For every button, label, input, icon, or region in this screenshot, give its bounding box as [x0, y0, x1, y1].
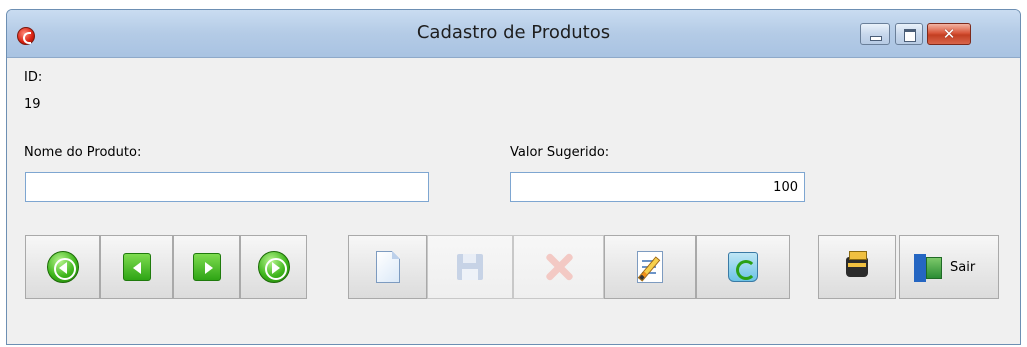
refresh-icon	[728, 252, 758, 282]
suggested-price-input[interactable]	[510, 172, 805, 202]
printer-icon	[846, 251, 868, 277]
suggested-price-label: Valor Sugerido:	[510, 145, 610, 160]
title-bar[interactable]: Cadastro de Produtos ✕	[7, 10, 1020, 58]
save-button[interactable]	[427, 235, 513, 299]
delete-icon	[544, 252, 574, 282]
close-icon: ✕	[942, 25, 956, 43]
id-value: 19	[24, 97, 41, 112]
previous-record-button[interactable]	[100, 235, 173, 299]
close-button[interactable]: ✕	[927, 23, 971, 45]
exit-button-label: Sair	[950, 260, 976, 275]
maximize-button[interactable]	[895, 23, 923, 45]
id-label: ID:	[24, 70, 43, 85]
new-button[interactable]	[348, 235, 427, 299]
new-document-icon	[375, 251, 400, 283]
minimize-button[interactable]	[860, 23, 890, 45]
delete-button[interactable]	[513, 235, 604, 299]
previous-record-icon	[122, 253, 151, 281]
edit-button[interactable]	[604, 235, 696, 299]
last-record-icon	[257, 251, 290, 283]
edit-icon	[637, 251, 663, 283]
last-record-button[interactable]	[240, 235, 307, 299]
first-record-icon	[46, 251, 79, 283]
refresh-button[interactable]	[696, 235, 790, 299]
product-name-input[interactable]	[25, 172, 429, 202]
next-record-button[interactable]	[173, 235, 240, 299]
product-registration-window: Cadastro de Produtos ✕ ID: 19 Nome do Pr…	[6, 9, 1021, 345]
product-name-label: Nome do Produto:	[24, 145, 142, 160]
print-button[interactable]	[818, 235, 896, 299]
save-icon	[457, 254, 483, 280]
first-record-button[interactable]	[25, 235, 100, 299]
exit-button[interactable]: Sair	[899, 235, 999, 299]
exit-door-icon	[914, 254, 942, 282]
next-record-icon	[192, 253, 221, 281]
